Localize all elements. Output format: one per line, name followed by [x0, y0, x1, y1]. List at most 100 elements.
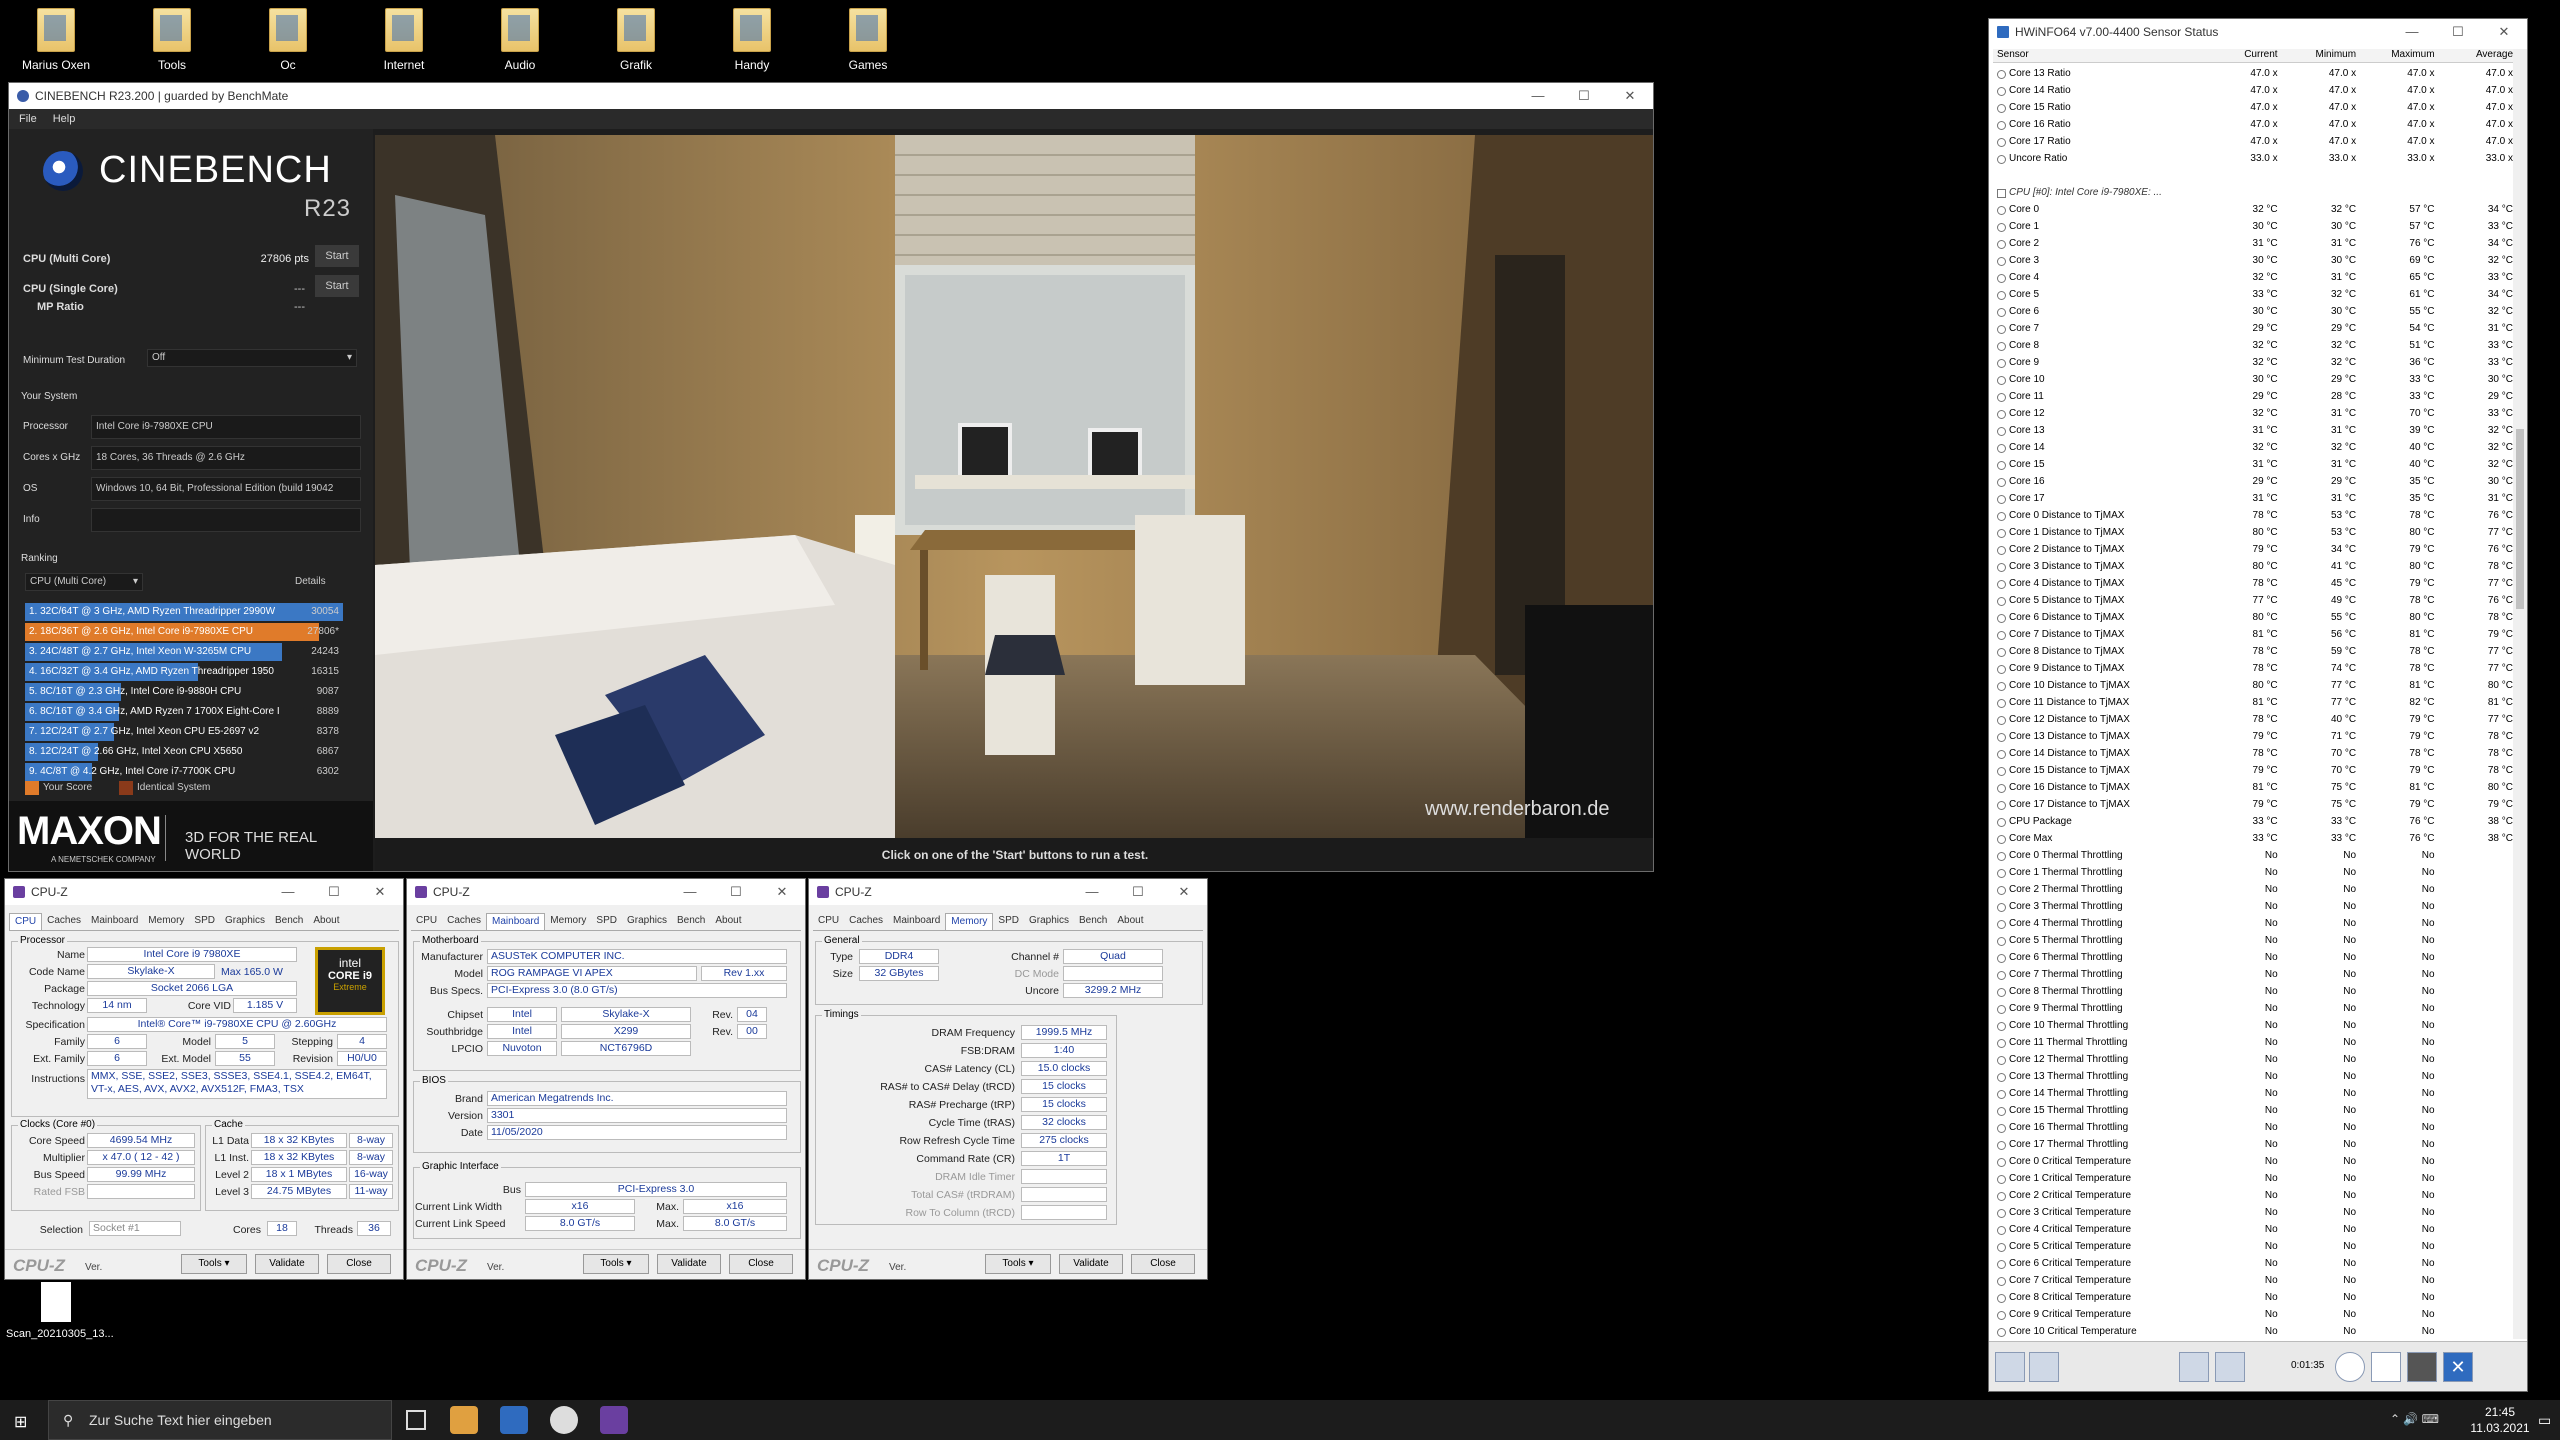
maximize-button[interactable]: ☐: [1115, 884, 1161, 900]
desktop-icon-6[interactable]: Handy: [712, 8, 792, 72]
sensor-row[interactable]: Core 13 31 °C 31 °C 39 °C 32 °C: [1993, 422, 2513, 439]
col-average[interactable]: Average: [2435, 49, 2513, 62]
validate-button[interactable]: Validate: [657, 1254, 721, 1274]
network-icon[interactable]: [2179, 1352, 2209, 1382]
sensor-row[interactable]: Core 5 Thermal Throttling No No No: [1993, 932, 2513, 949]
tools-button[interactable]: Tools ▾: [583, 1254, 649, 1274]
sensor-row[interactable]: Core 4 Thermal Throttling No No No: [1993, 915, 2513, 932]
tab-caches[interactable]: Caches: [844, 913, 888, 930]
sensor-row[interactable]: Core 7 Critical Temperature No No No: [1993, 1272, 2513, 1289]
ranking-item[interactable]: 9. 4C/8T @ 4.2 GHz, Intel Core i7-7700K …: [25, 763, 343, 781]
sensor-row[interactable]: Core 0 Critical Temperature No No No: [1993, 1153, 2513, 1170]
tab-mainboard[interactable]: Mainboard: [86, 913, 143, 930]
tab-graphics[interactable]: Graphics: [220, 913, 270, 930]
sensor-row[interactable]: Core 1 Critical Temperature No No No: [1993, 1170, 2513, 1187]
sensor-row[interactable]: Core 15 Thermal Throttling No No No: [1993, 1102, 2513, 1119]
sensor-row[interactable]: Core 4 Critical Temperature No No No: [1993, 1221, 2513, 1238]
benchmate-taskbar-icon[interactable]: [450, 1406, 478, 1434]
tab-spd[interactable]: SPD: [591, 913, 622, 930]
sensor-row[interactable]: Core 6 Distance to TjMAX 80 °C 55 °C 80 °C 7…: [1993, 609, 2513, 626]
tab-spd[interactable]: SPD: [993, 913, 1024, 930]
single-core-start-button[interactable]: Start: [315, 275, 359, 297]
maximize-button[interactable]: ☐: [1561, 88, 1607, 104]
socket-select[interactable]: Socket #1: [89, 1221, 181, 1236]
sensor-row[interactable]: Core 3 Thermal Throttling No No No: [1993, 898, 2513, 915]
sensor-row[interactable]: Core 3 Distance to TjMAX 80 °C 41 °C 80 °C 7…: [1993, 558, 2513, 575]
sensor-row[interactable]: Core 6 Critical Temperature No No No: [1993, 1255, 2513, 1272]
tab-graphics[interactable]: Graphics: [1024, 913, 1074, 930]
sensor-row[interactable]: Core 8 Critical Temperature No No No: [1993, 1289, 2513, 1306]
sensor-row[interactable]: Uncore Ratio 33.0 x 33.0 x 33.0 x 33.0 x: [1993, 150, 2513, 167]
minimize-button[interactable]: —: [265, 884, 311, 900]
sensor-row[interactable]: Core 2 Thermal Throttling No No No: [1993, 881, 2513, 898]
tab-graphics[interactable]: Graphics: [622, 913, 672, 930]
desktop-icon-0[interactable]: Marius Oxen: [16, 8, 96, 72]
desktop-icon-5[interactable]: Grafik: [596, 8, 676, 72]
desktop-icon-2[interactable]: Oc: [248, 8, 328, 72]
sensor-row[interactable]: Core 11 Distance to TjMAX 81 °C 77 °C 82 °C…: [1993, 694, 2513, 711]
hwinfo-taskbar-icon[interactable]: [500, 1406, 528, 1434]
minimize-button[interactable]: —: [2389, 24, 2435, 40]
sensor-row[interactable]: Core 6 Thermal Throttling No No No: [1993, 949, 2513, 966]
sensor-row[interactable]: Core 12 Thermal Throttling No No No: [1993, 1051, 2513, 1068]
minimize-button[interactable]: —: [667, 884, 713, 900]
nav-left-icon[interactable]: [1995, 1352, 2025, 1382]
minimize-button[interactable]: —: [1069, 884, 1115, 900]
tab-caches[interactable]: Caches: [442, 913, 486, 930]
hwinfo-titlebar[interactable]: HWiNFO64 v7.00-4400 Sensor Status — ☐ ✕: [1989, 19, 2527, 45]
scrollbar-thumb[interactable]: [2516, 429, 2524, 609]
sensor-row[interactable]: Core 16 Ratio 47.0 x 47.0 x 47.0 x 47.0 x: [1993, 116, 2513, 133]
sensor-row[interactable]: Core 14 Thermal Throttling No No No: [1993, 1085, 2513, 1102]
cinebench-taskbar-icon[interactable]: [550, 1406, 578, 1434]
sensor-row[interactable]: CPU Package 33 °C 33 °C 76 °C 38 °C: [1993, 813, 2513, 830]
menu-file[interactable]: File: [19, 113, 37, 125]
sensor-row[interactable]: Core 10 Thermal Throttling No No No: [1993, 1017, 2513, 1034]
sensor-row[interactable]: Core 2 31 °C 31 °C 76 °C 34 °C: [1993, 235, 2513, 252]
tab-mainboard[interactable]: Mainboard: [486, 913, 546, 930]
close-button[interactable]: Close: [1131, 1254, 1195, 1274]
sensor-row[interactable]: Core 0 32 °C 32 °C 57 °C 34 °C: [1993, 201, 2513, 218]
sensor-row[interactable]: Core 17 31 °C 31 °C 35 °C 31 °C: [1993, 490, 2513, 507]
tab-mainboard[interactable]: Mainboard: [888, 913, 945, 930]
sensor-row[interactable]: Core 2 Distance to TjMAX 79 °C 34 °C 79 °C 7…: [1993, 541, 2513, 558]
col-maximum[interactable]: Maximum: [2356, 49, 2434, 62]
sensor-row[interactable]: Core 9 32 °C 32 °C 36 °C 33 °C: [1993, 354, 2513, 371]
sensor-row[interactable]: Core 5 Distance to TjMAX 77 °C 49 °C 78 °C 7…: [1993, 592, 2513, 609]
tab-cpu[interactable]: CPU: [813, 913, 844, 930]
sensor-row[interactable]: Core 5 33 °C 32 °C 61 °C 34 °C: [1993, 286, 2513, 303]
sensor-row[interactable]: CPU [#0]: Intel Core i9-7980XE: ...: [1993, 184, 2513, 201]
cinebench-titlebar[interactable]: CINEBENCH R23.200 | guarded by BenchMate…: [9, 83, 1653, 109]
ranking-item[interactable]: 6. 8C/16T @ 3.4 GHz, AMD Ryzen 7 1700X E…: [25, 703, 343, 721]
tab-about[interactable]: About: [710, 913, 746, 930]
cpuz1-titlebar[interactable]: CPU-Z — ☐ ✕: [5, 879, 403, 905]
ranking-item[interactable]: 8. 12C/24T @ 2.66 GHz, Intel Xeon CPU X5…: [25, 743, 343, 761]
sensor-row[interactable]: Core 17 Thermal Throttling No No No: [1993, 1136, 2513, 1153]
desktop-icon-4[interactable]: Audio: [480, 8, 560, 72]
close-button[interactable]: ✕: [357, 884, 403, 900]
cpuz-taskbar-icon[interactable]: [600, 1406, 628, 1434]
multi-core-start-button[interactable]: Start: [315, 245, 359, 267]
desktop-icon-1[interactable]: Tools: [132, 8, 212, 72]
sensor-row[interactable]: Core 15 31 °C 31 °C 40 °C 32 °C: [1993, 456, 2513, 473]
sensor-row[interactable]: Core 12 32 °C 31 °C 70 °C 33 °C: [1993, 405, 2513, 422]
sensor-row[interactable]: Core 15 Distance to TjMAX 79 °C 70 °C 79 °C…: [1993, 762, 2513, 779]
menu-help[interactable]: Help: [53, 113, 76, 125]
sensor-row[interactable]: Core 5 Critical Temperature No No No: [1993, 1238, 2513, 1255]
sensor-row[interactable]: Core 7 Thermal Throttling No No No: [1993, 966, 2513, 983]
sensor-row[interactable]: Core 17 Distance to TjMAX 79 °C 75 °C 79 °C…: [1993, 796, 2513, 813]
close-button[interactable]: ✕: [1161, 884, 1207, 900]
validate-button[interactable]: Validate: [1059, 1254, 1123, 1274]
scan-file-icon[interactable]: Scan_20210305_13...: [6, 1282, 114, 1340]
ranking-item[interactable]: 3. 24C/48T @ 2.7 GHz, Intel Xeon W-3265M…: [25, 643, 343, 661]
sensor-row[interactable]: Core 9 Distance to TjMAX 78 °C 74 °C 78 °C 7…: [1993, 660, 2513, 677]
tab-memory[interactable]: Memory: [545, 913, 591, 930]
sensor-row[interactable]: Core 1 Thermal Throttling No No No: [1993, 864, 2513, 881]
task-view-icon[interactable]: [406, 1410, 426, 1430]
sensor-row[interactable]: Core 11 29 °C 28 °C 33 °C 29 °C: [1993, 388, 2513, 405]
search-box[interactable]: ⚲ Zur Suche Text hier eingeben: [48, 1400, 392, 1440]
sensor-row[interactable]: Core 10 Critical Temperature No No No: [1993, 1323, 2513, 1339]
notification-icon[interactable]: ▭: [2538, 1412, 2551, 1429]
sensor-row[interactable]: Core 7 29 °C 29 °C 54 °C 31 °C: [1993, 320, 2513, 337]
close-button[interactable]: ✕: [1607, 88, 1653, 104]
col-minimum[interactable]: Minimum: [2278, 49, 2356, 62]
